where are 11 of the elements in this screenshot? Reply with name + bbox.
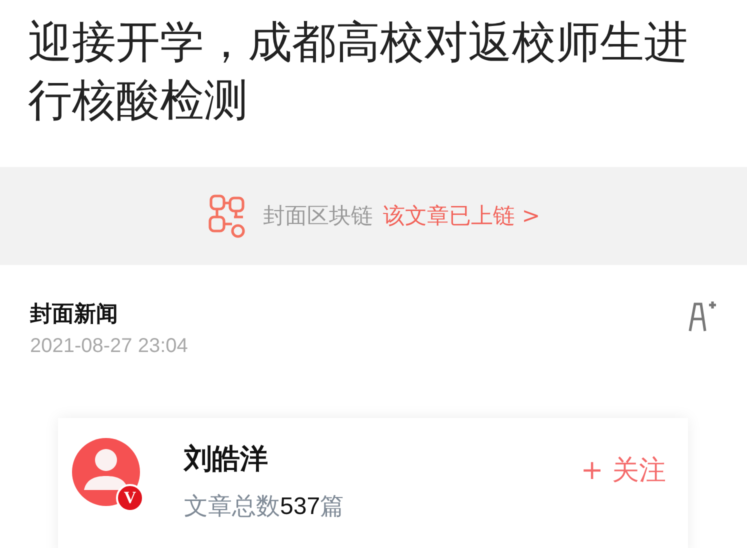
blockchain-link[interactable]: 该文章已上链 > xyxy=(382,201,540,231)
font-size-icon[interactable] xyxy=(687,299,717,333)
blockchain-label: 封面区块链 xyxy=(262,203,373,231)
follow-button[interactable]: + 关注 xyxy=(580,452,666,488)
verified-badge: V xyxy=(116,484,144,512)
publish-date: 2021-08-27 23:04 xyxy=(30,335,188,358)
author-name: 刘皓洋 xyxy=(184,441,269,477)
article-count: 文章总数537篇 xyxy=(184,491,346,522)
article-headline: 迎接开学，成都高校对返校师生进行核酸检测 xyxy=(27,16,689,128)
avatar-icon xyxy=(72,438,140,506)
source-name: 封面新闻 xyxy=(30,301,119,329)
